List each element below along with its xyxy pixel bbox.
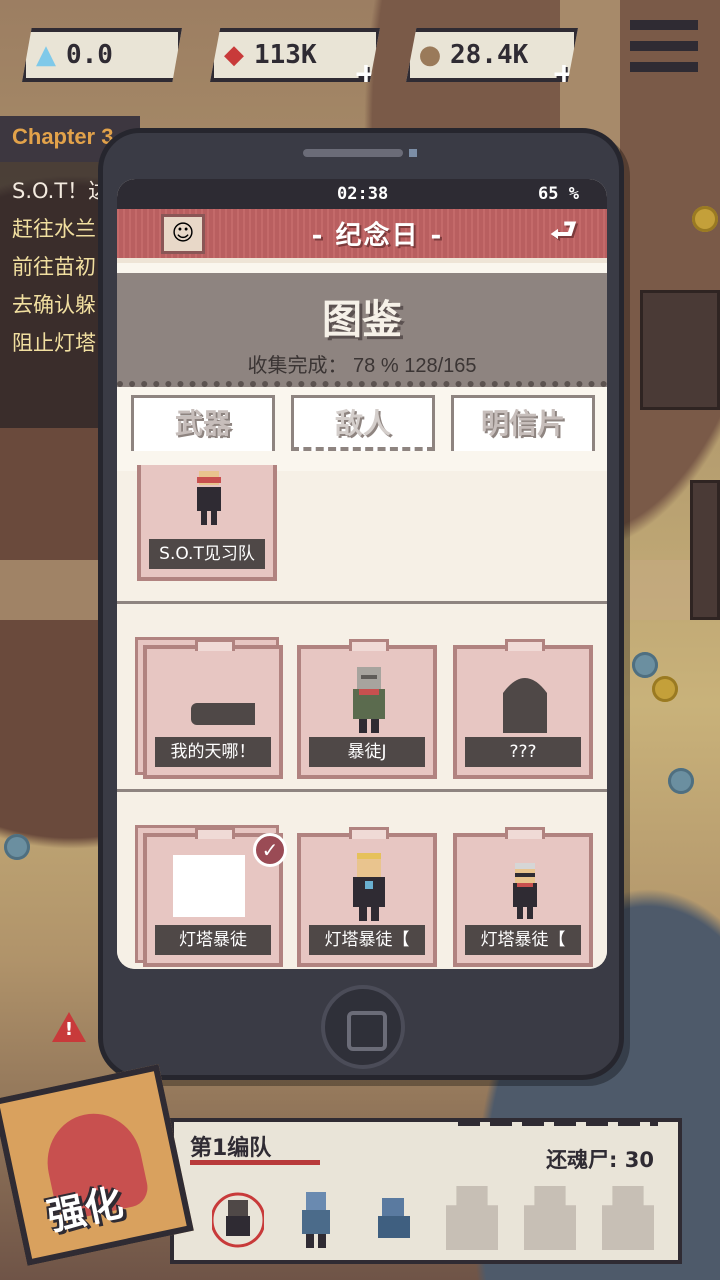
enemy-portrait — [353, 667, 385, 733]
member-portrait — [378, 1198, 410, 1238]
collection-header: 图鉴 收集完成： 78 % 128/165 — [117, 273, 607, 387]
card-clip — [505, 827, 545, 839]
collected-check-icon: ✓ — [253, 833, 287, 867]
avatar-icon[interactable]: ☺ — [161, 213, 205, 254]
tab-label: 敌人 — [334, 407, 391, 440]
collection-title: 图鉴 — [322, 297, 402, 343]
enemy-portrait — [173, 855, 245, 917]
phone-camera — [409, 149, 417, 157]
status-time: 02:38 — [337, 184, 389, 204]
tab-postcards[interactable]: 明信片 — [451, 395, 595, 451]
empty-slot[interactable] — [446, 1186, 498, 1250]
enemy-card[interactable]: S.O.T见习队 — [137, 465, 277, 581]
team-member[interactable] — [368, 1186, 420, 1250]
phone-speaker — [303, 149, 403, 157]
empty-slot[interactable] — [602, 1186, 654, 1250]
row-divider — [117, 789, 607, 792]
crystal-value: 0.0 — [66, 40, 113, 70]
crystal-resource: ▲ 0.0 — [22, 28, 182, 82]
enemy-silhouette — [503, 678, 547, 733]
enemy-card[interactable]: 灯塔暴徒【 — [297, 827, 437, 967]
stone-value: 28.4K — [450, 40, 529, 70]
card-clip — [349, 827, 389, 839]
card-clip — [505, 639, 545, 651]
stone-resource: ● 28.4K + — [406, 28, 578, 82]
tab-enemies[interactable]: 敌人 — [291, 395, 435, 451]
team-member[interactable] — [290, 1186, 342, 1250]
enemy-portrait — [353, 853, 385, 921]
menu-button[interactable] — [626, 14, 702, 78]
enemy-card[interactable]: 我的天哪！ — [143, 639, 283, 779]
empty-slot[interactable] — [524, 1186, 576, 1250]
member-portrait — [210, 1192, 266, 1248]
card-clip — [195, 639, 235, 651]
enemy-portrait — [513, 863, 537, 919]
enemy-card[interactable]: ??? — [453, 639, 593, 779]
card-clip — [195, 827, 235, 839]
phone-frame: 02:38 65 % ☺ - 纪念日 - ⮐ 图鉴 收集完成： 78 % 128… — [98, 128, 624, 1080]
panel-decoration — [458, 1118, 658, 1126]
app-title: - 纪念日 - — [311, 221, 444, 251]
zombie-count: 还魂尸: 30 — [546, 1148, 654, 1172]
collection-progress: 收集完成： 78 % 128/165 — [247, 355, 477, 377]
enemy-name: 我的天哪！ — [155, 737, 271, 767]
back-icon[interactable]: ⮐ — [550, 208, 577, 259]
status-bar: 02:38 65 % — [117, 179, 607, 209]
collection-tabs: 武器 敌人 明信片 — [117, 387, 607, 453]
stone-icon: ● — [418, 40, 442, 70]
phone-screen: 02:38 65 % ☺ - 纪念日 - ⮐ 图鉴 收集完成： 78 % 128… — [117, 179, 607, 969]
enemy-card[interactable]: 暴徒J — [297, 639, 437, 779]
team-underline — [190, 1160, 320, 1165]
enemy-portrait — [197, 471, 221, 525]
crystal-icon: ▲ — [36, 40, 56, 70]
team-name: 第1编队 — [190, 1136, 272, 1161]
upgrade-button[interactable]: 强化 — [0, 1064, 194, 1266]
enemy-name: S.O.T见习队 — [149, 539, 265, 569]
menu-icon — [630, 20, 698, 30]
row-divider — [117, 601, 607, 604]
enemy-name: ??? — [465, 737, 581, 767]
gem-value: 113K — [254, 40, 317, 70]
enemy-silhouette — [191, 703, 255, 725]
enemy-card[interactable]: ✓ 灯塔暴徒 — [143, 827, 287, 967]
tab-label: 明信片 — [480, 407, 565, 440]
enemy-name: 灯塔暴徒【 — [465, 925, 581, 955]
tab-weapons[interactable]: 武器 — [131, 395, 275, 451]
enemy-card[interactable]: 灯塔暴徒【 — [453, 827, 593, 967]
app-title-bar: ☺ - 纪念日 - ⮐ — [117, 209, 607, 263]
status-battery: 65 % — [538, 184, 579, 204]
enemy-grid[interactable]: S.O.T见习队 我的天哪！ 暴徒J ??? ✓ 灯塔暴徒 灯塔暴徒【 灯塔暴徒… — [117, 465, 607, 969]
team-panel[interactable]: 第1编队 还魂尸: 30 — [170, 1118, 682, 1264]
enemy-name: 灯塔暴徒 — [155, 925, 271, 955]
member-portrait — [302, 1192, 330, 1248]
tab-label: 武器 — [174, 407, 231, 440]
card-clip — [349, 639, 389, 651]
gem-icon: ◆ — [224, 40, 244, 70]
enemy-name: 灯塔暴徒【 — [309, 925, 425, 955]
team-member[interactable] — [210, 1186, 266, 1250]
enemy-name: 暴徒J — [309, 737, 425, 767]
phone-home-button[interactable] — [321, 985, 405, 1069]
gem-resource: ◆ 113K + — [210, 28, 380, 82]
